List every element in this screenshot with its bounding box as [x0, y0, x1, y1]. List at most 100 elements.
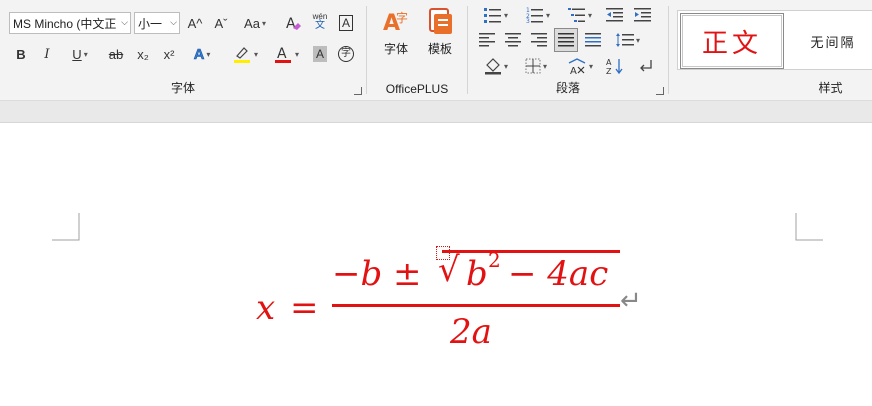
quadratic-formula-equation[interactable]: x = −b ± √ b 2 − 4ac 2a ↵	[254, 246, 654, 360]
decrease-indent-button[interactable]	[604, 4, 626, 26]
svg-text:A: A	[286, 16, 296, 32]
line-spacing-icon	[615, 33, 634, 47]
highlighter-icon	[233, 47, 250, 63]
numbering-button[interactable]: 1 2 3 ▾	[520, 4, 556, 26]
multilevel-list-button[interactable]: ▾	[562, 4, 598, 26]
shrink-font-icon: Aˇ	[214, 15, 228, 31]
borders-icon	[525, 58, 541, 74]
font-color-button[interactable]: A ▾	[268, 43, 304, 65]
chevron-down-icon: ▾	[206, 49, 211, 59]
paragraph-group: ▾ 1 2 3 ▾ ▾ ▾ ▾ ▾ A ▾ A Z 段落	[468, 0, 668, 101]
phonetic-guide-bottom: 文	[315, 20, 325, 31]
officeplus-group-label: OfficePLUS	[385, 82, 449, 96]
justify-button[interactable]	[554, 28, 578, 52]
shading-button[interactable]: ▾	[478, 55, 514, 77]
clear-formatting-button[interactable]: A	[282, 12, 304, 34]
increase-indent-button[interactable]	[632, 4, 654, 26]
svg-text:3: 3	[526, 18, 530, 23]
chevron-down-icon: ▾	[261, 18, 266, 28]
chevron-down-icon: ⌵	[170, 17, 177, 27]
enclose-characters-button[interactable]: 字	[335, 43, 357, 65]
formula-lhs: x	[256, 288, 276, 328]
officeplus-group: A 字 字体 模板 OfficePLUS	[367, 0, 467, 101]
chevron-down-icon: ▾	[545, 10, 550, 20]
line-spacing-button[interactable]: ▾	[610, 29, 646, 51]
distributed-button[interactable]	[582, 29, 604, 51]
svg-text:字: 字	[396, 10, 408, 25]
phonetic-guide-button[interactable]: wén 文	[308, 10, 332, 32]
chevron-down-icon: ▾	[83, 49, 88, 59]
italic-button[interactable]: I	[36, 43, 58, 65]
text-effects-icon: A	[193, 45, 205, 63]
text-effects-button[interactable]: A ▾	[184, 43, 220, 65]
fraction-bar	[332, 304, 620, 307]
highlight-color-button[interactable]: ▾	[226, 43, 264, 65]
strikethrough-icon: ab	[108, 46, 124, 62]
font-name-combobox[interactable]: MS Mincho (中文正 ⌵	[9, 12, 131, 34]
formula-numerator-left: −b ±	[332, 254, 422, 294]
bold-button[interactable]: B	[10, 43, 32, 65]
styles-group-label: 样式	[818, 81, 843, 95]
italic-icon: I	[44, 46, 50, 62]
sort-icon: A Z	[606, 58, 623, 75]
formula-equals: =	[290, 288, 319, 328]
character-shading-button[interactable]: A	[309, 43, 331, 65]
align-center-button[interactable]	[502, 29, 524, 51]
decrease-indent-icon	[606, 8, 623, 22]
style-tile-no-spacing[interactable]: 无间隔	[788, 13, 872, 69]
shrink-font-button[interactable]: Aˇ	[210, 12, 232, 34]
underline-button[interactable]: U ▾	[62, 43, 98, 65]
asian-layout-button[interactable]: A ▾	[562, 55, 598, 77]
style-tile-no-spacing-label: 无间隔	[810, 34, 856, 50]
margin-corner-left-icon	[52, 213, 80, 241]
character-shading-icon: A	[312, 46, 327, 62]
change-case-button[interactable]: Aa ▾	[238, 12, 272, 34]
underline-icon: U	[72, 46, 82, 62]
align-right-button[interactable]	[528, 29, 550, 51]
bullets-button[interactable]: ▾	[478, 4, 514, 26]
paragraph-group-label: 段落	[555, 81, 580, 95]
bold-icon: B	[16, 46, 26, 62]
paragraph-mark-icon	[640, 60, 652, 72]
officeplus-template-button[interactable]: 模板	[419, 6, 461, 66]
character-border-icon: A	[338, 15, 353, 31]
font-dialog-launcher-icon[interactable]	[354, 87, 362, 95]
enclose-characters-icon: 字	[338, 46, 354, 62]
align-left-button[interactable]	[476, 29, 498, 51]
distributed-icon	[585, 33, 601, 47]
formula-exponent: 2	[488, 248, 501, 272]
style-tile-normal[interactable]: 正文	[680, 13, 784, 69]
subscript-button[interactable]: x₂	[132, 43, 154, 65]
increase-indent-icon	[634, 8, 651, 22]
officeplus-font-label: 字体	[383, 42, 408, 56]
radical-overline	[442, 250, 620, 253]
grow-font-button[interactable]: A^	[184, 12, 206, 34]
margin-corner-right-icon	[795, 213, 823, 241]
asian-layout-icon: A	[568, 58, 586, 75]
formula-denominator: 2a	[450, 312, 492, 352]
chevron-down-icon: ▾	[503, 10, 508, 20]
numbering-icon: 1 2 3	[526, 7, 543, 23]
font-group-label: 字体	[170, 81, 195, 95]
strikethrough-button[interactable]: ab	[104, 43, 128, 65]
clear-formatting-icon: A	[286, 16, 301, 32]
officeplus-font-button[interactable]: A 字 字体	[375, 6, 417, 66]
subscript-icon: x₂	[137, 46, 149, 62]
sort-button[interactable]: A Z	[604, 55, 626, 77]
chevron-down-icon: ▾	[294, 49, 299, 59]
character-border-button[interactable]: A	[336, 12, 356, 34]
chevron-down-icon: ▾	[587, 10, 592, 20]
chevron-down-icon: ▾	[542, 61, 547, 71]
borders-button[interactable]: ▾	[518, 55, 554, 77]
show-formatting-marks-button[interactable]	[634, 55, 656, 77]
justify-icon	[558, 33, 574, 47]
root-index-placeholder[interactable]	[436, 246, 450, 260]
superscript-button[interactable]: x²	[158, 43, 180, 65]
font-size-value: 小一	[138, 16, 163, 31]
chevron-down-icon: ▾	[503, 61, 508, 71]
multilevel-list-icon	[567, 8, 585, 22]
svg-text:A: A	[277, 46, 287, 62]
font-size-combobox[interactable]: 小一 ⌵	[134, 12, 180, 34]
officeplus-template-label: 模板	[427, 42, 452, 56]
paragraph-dialog-launcher-icon[interactable]	[656, 87, 664, 95]
